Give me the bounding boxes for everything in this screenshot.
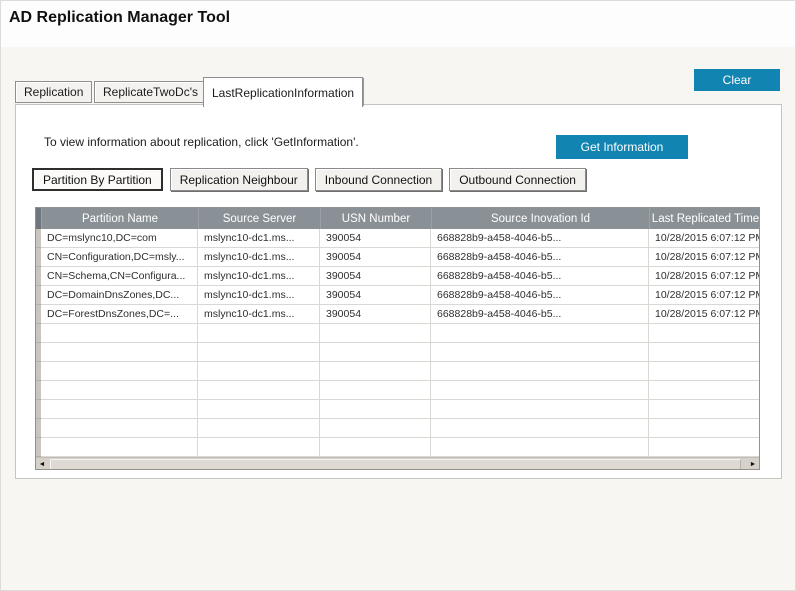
cell <box>431 343 649 362</box>
cell: CN=Schema,CN=Configura... <box>41 267 198 286</box>
cell: 390054 <box>320 305 431 324</box>
table-row-empty[interactable] <box>36 419 759 438</box>
tab-replicatetwodc-s[interactable]: ReplicateTwoDc's <box>94 81 207 103</box>
cell <box>431 362 649 381</box>
cell <box>41 381 198 400</box>
cell: 390054 <box>320 229 431 248</box>
cell <box>41 324 198 343</box>
cell: mslync10-dc1.ms... <box>198 305 320 324</box>
cell: DC=mslync10,DC=com <box>41 229 198 248</box>
cell <box>649 419 760 438</box>
column-header-source-server[interactable]: Source Server <box>198 208 320 229</box>
table-row[interactable]: CN=Schema,CN=Configura...mslync10-dc1.ms… <box>36 267 759 286</box>
cell <box>431 438 649 457</box>
column-header-usn-number[interactable]: USN Number <box>320 208 431 229</box>
cell <box>649 381 760 400</box>
cell <box>198 324 320 343</box>
scroll-left-icon[interactable]: ◄ <box>36 458 48 471</box>
column-header-source-inovation-id[interactable]: Source Inovation Id <box>431 208 649 229</box>
cell: mslync10-dc1.ms... <box>198 229 320 248</box>
cell <box>198 438 320 457</box>
cell <box>320 343 431 362</box>
cell <box>649 438 760 457</box>
cell: 668828b9-a458-4046-b5... <box>431 248 649 267</box>
instruction-text: To view information about replication, c… <box>44 135 359 149</box>
cell: 10/28/2015 6:07:12 PM <box>649 286 760 305</box>
cell: 10/28/2015 6:07:12 PM <box>649 248 760 267</box>
cell: 10/28/2015 6:07:12 PM <box>649 267 760 286</box>
subtab-inbound-connection[interactable]: Inbound Connection <box>315 168 442 191</box>
tab-lastreplicationinformation[interactable]: LastReplicationInformation <box>203 77 363 107</box>
cell <box>198 362 320 381</box>
cell: mslync10-dc1.ms... <box>198 267 320 286</box>
cell <box>320 419 431 438</box>
cell: DC=ForestDnsZones,DC=... <box>41 305 198 324</box>
column-header-last-replicated-time[interactable]: Last Replicated Time <box>649 208 760 229</box>
tab-page-lastreplicationinformation: To view information about replication, c… <box>15 104 782 479</box>
scrollbar-thumb[interactable] <box>50 459 741 470</box>
subtab-outbound-connection[interactable]: Outbound Connection <box>449 168 586 191</box>
replication-data-grid: Partition NameSource ServerUSN NumberSou… <box>35 207 760 470</box>
grid-header-row: Partition NameSource ServerUSN NumberSou… <box>36 208 759 229</box>
tab-replication[interactable]: Replication <box>15 81 92 103</box>
cell <box>431 324 649 343</box>
cell <box>41 419 198 438</box>
cell <box>41 400 198 419</box>
cell: CN=Configuration,DC=msly... <box>41 248 198 267</box>
cell <box>41 438 198 457</box>
cell: 10/28/2015 6:07:12 PM <box>649 305 760 324</box>
cell <box>41 362 198 381</box>
cell <box>198 343 320 362</box>
cell <box>320 400 431 419</box>
cell: 390054 <box>320 267 431 286</box>
subtab-partition-by-partition[interactable]: Partition By Partition <box>32 168 163 191</box>
cell: 668828b9-a458-4046-b5... <box>431 267 649 286</box>
table-row[interactable]: DC=ForestDnsZones,DC=...mslync10-dc1.ms.… <box>36 305 759 324</box>
subtab-replication-neighbour[interactable]: Replication Neighbour <box>170 168 308 191</box>
table-row[interactable]: CN=Configuration,DC=msly...mslync10-dc1.… <box>36 248 759 267</box>
horizontal-scrollbar[interactable]: ◄ ► <box>36 457 759 470</box>
cell <box>649 362 760 381</box>
table-row-empty[interactable] <box>36 381 759 400</box>
cell <box>431 419 649 438</box>
cell <box>198 400 320 419</box>
get-information-button[interactable]: Get Information <box>556 135 688 159</box>
tab-strip: ReplicationReplicateTwoDc'sLastReplicati… <box>1 75 795 105</box>
grid-rows: DC=mslync10,DC=commslync10-dc1.ms...3900… <box>36 229 759 457</box>
table-row[interactable]: DC=DomainDnsZones,DC...mslync10-dc1.ms..… <box>36 286 759 305</box>
table-row[interactable]: DC=mslync10,DC=commslync10-dc1.ms...3900… <box>36 229 759 248</box>
cell <box>320 438 431 457</box>
app-window: AD Replication Manager Tool Clear Replic… <box>0 0 796 591</box>
cell <box>649 324 760 343</box>
cell <box>320 362 431 381</box>
cell <box>649 400 760 419</box>
cell <box>431 381 649 400</box>
page-title: AD Replication Manager Tool <box>9 9 230 27</box>
subtab-button-row: Partition By Partition Replication Neighb… <box>32 168 593 191</box>
cell: 390054 <box>320 248 431 267</box>
cell: 10/28/2015 6:07:12 PM <box>649 229 760 248</box>
cell: 668828b9-a458-4046-b5... <box>431 305 649 324</box>
table-row-empty[interactable] <box>36 400 759 419</box>
cell: 668828b9-a458-4046-b5... <box>431 286 649 305</box>
cell <box>41 343 198 362</box>
cell: DC=DomainDnsZones,DC... <box>41 286 198 305</box>
title-bar: AD Replication Manager Tool <box>1 1 795 47</box>
cell: 390054 <box>320 286 431 305</box>
cell: mslync10-dc1.ms... <box>198 286 320 305</box>
cell: 668828b9-a458-4046-b5... <box>431 229 649 248</box>
cell <box>198 419 320 438</box>
cell <box>320 381 431 400</box>
scroll-right-icon[interactable]: ► <box>747 458 759 471</box>
cell: mslync10-dc1.ms... <box>198 248 320 267</box>
table-row-empty[interactable] <box>36 438 759 457</box>
table-row-empty[interactable] <box>36 324 759 343</box>
cell <box>431 400 649 419</box>
cell <box>649 343 760 362</box>
table-row-empty[interactable] <box>36 362 759 381</box>
cell <box>198 381 320 400</box>
cell <box>320 324 431 343</box>
table-row-empty[interactable] <box>36 343 759 362</box>
column-header-partition-name[interactable]: Partition Name <box>41 208 198 229</box>
